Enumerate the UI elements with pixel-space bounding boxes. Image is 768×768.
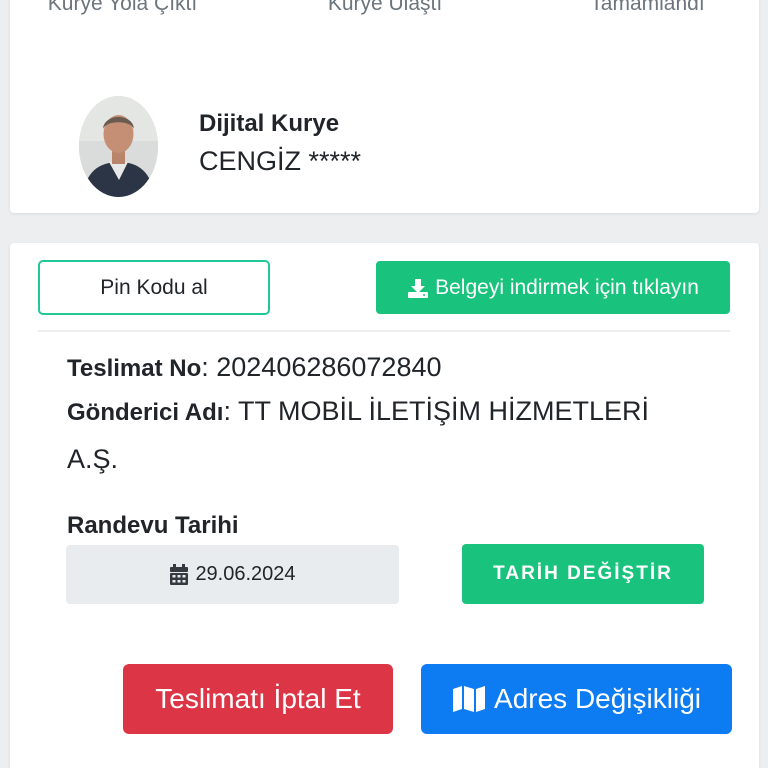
cancel-delivery-button[interactable]: Teslimatı İptal Et (123, 664, 393, 734)
step-completed: Tamamlandı (590, 0, 705, 15)
sender-name-value: : TT MOBİL İLETİŞİM HİZMETLERİ (223, 396, 650, 426)
change-date-button[interactable]: TARİH DEĞİŞTİR (462, 544, 704, 604)
calendar-icon (169, 563, 189, 586)
delivery-number-value: : 202406286072840 (201, 352, 442, 382)
divider (38, 330, 730, 332)
download-icon (407, 277, 429, 299)
delivery-number-label: Teslimat No (67, 355, 202, 382)
pin-code-label: Pin Kodu al (100, 275, 208, 299)
appointment-date-field[interactable]: 29.06.2024 (66, 545, 399, 604)
delivery-number: Teslimat No: 202406286072840 (67, 352, 442, 383)
pin-code-button[interactable]: Pin Kodu al (38, 260, 270, 315)
map-icon (452, 685, 486, 713)
sender-name-label: Gönderici Adı (67, 399, 224, 426)
cancel-delivery-label: Teslimatı İptal Et (155, 683, 361, 714)
avatar (79, 96, 158, 197)
download-label: Belgeyi indirmek için tıklayın (435, 275, 699, 299)
sender-name-continued: A.Ş. (67, 444, 119, 474)
appointment-date-value: 29.06.2024 (195, 563, 296, 585)
address-change-button[interactable]: Adres Değişikliği (421, 664, 732, 734)
courier-name: CENGİZ ***** (199, 146, 362, 176)
step-courier-arrived: Kurye Ulaştı (327, 0, 443, 15)
step-courier-on-way: Kurye Yola Çıktı (47, 0, 198, 15)
sender-name: Gönderici Adı: TT MOBİL İLETİŞİM HİZMETL… (67, 396, 649, 427)
change-date-label: TARİH DEĞİŞTİR (493, 563, 673, 584)
courier-role: Dijital Kurye (199, 110, 340, 137)
download-document-button[interactable]: Belgeyi indirmek için tıklayın (376, 261, 730, 314)
appointment-date-label: Randevu Tarihi (67, 512, 239, 539)
address-change-label: Adres Değişikliği (494, 683, 701, 714)
